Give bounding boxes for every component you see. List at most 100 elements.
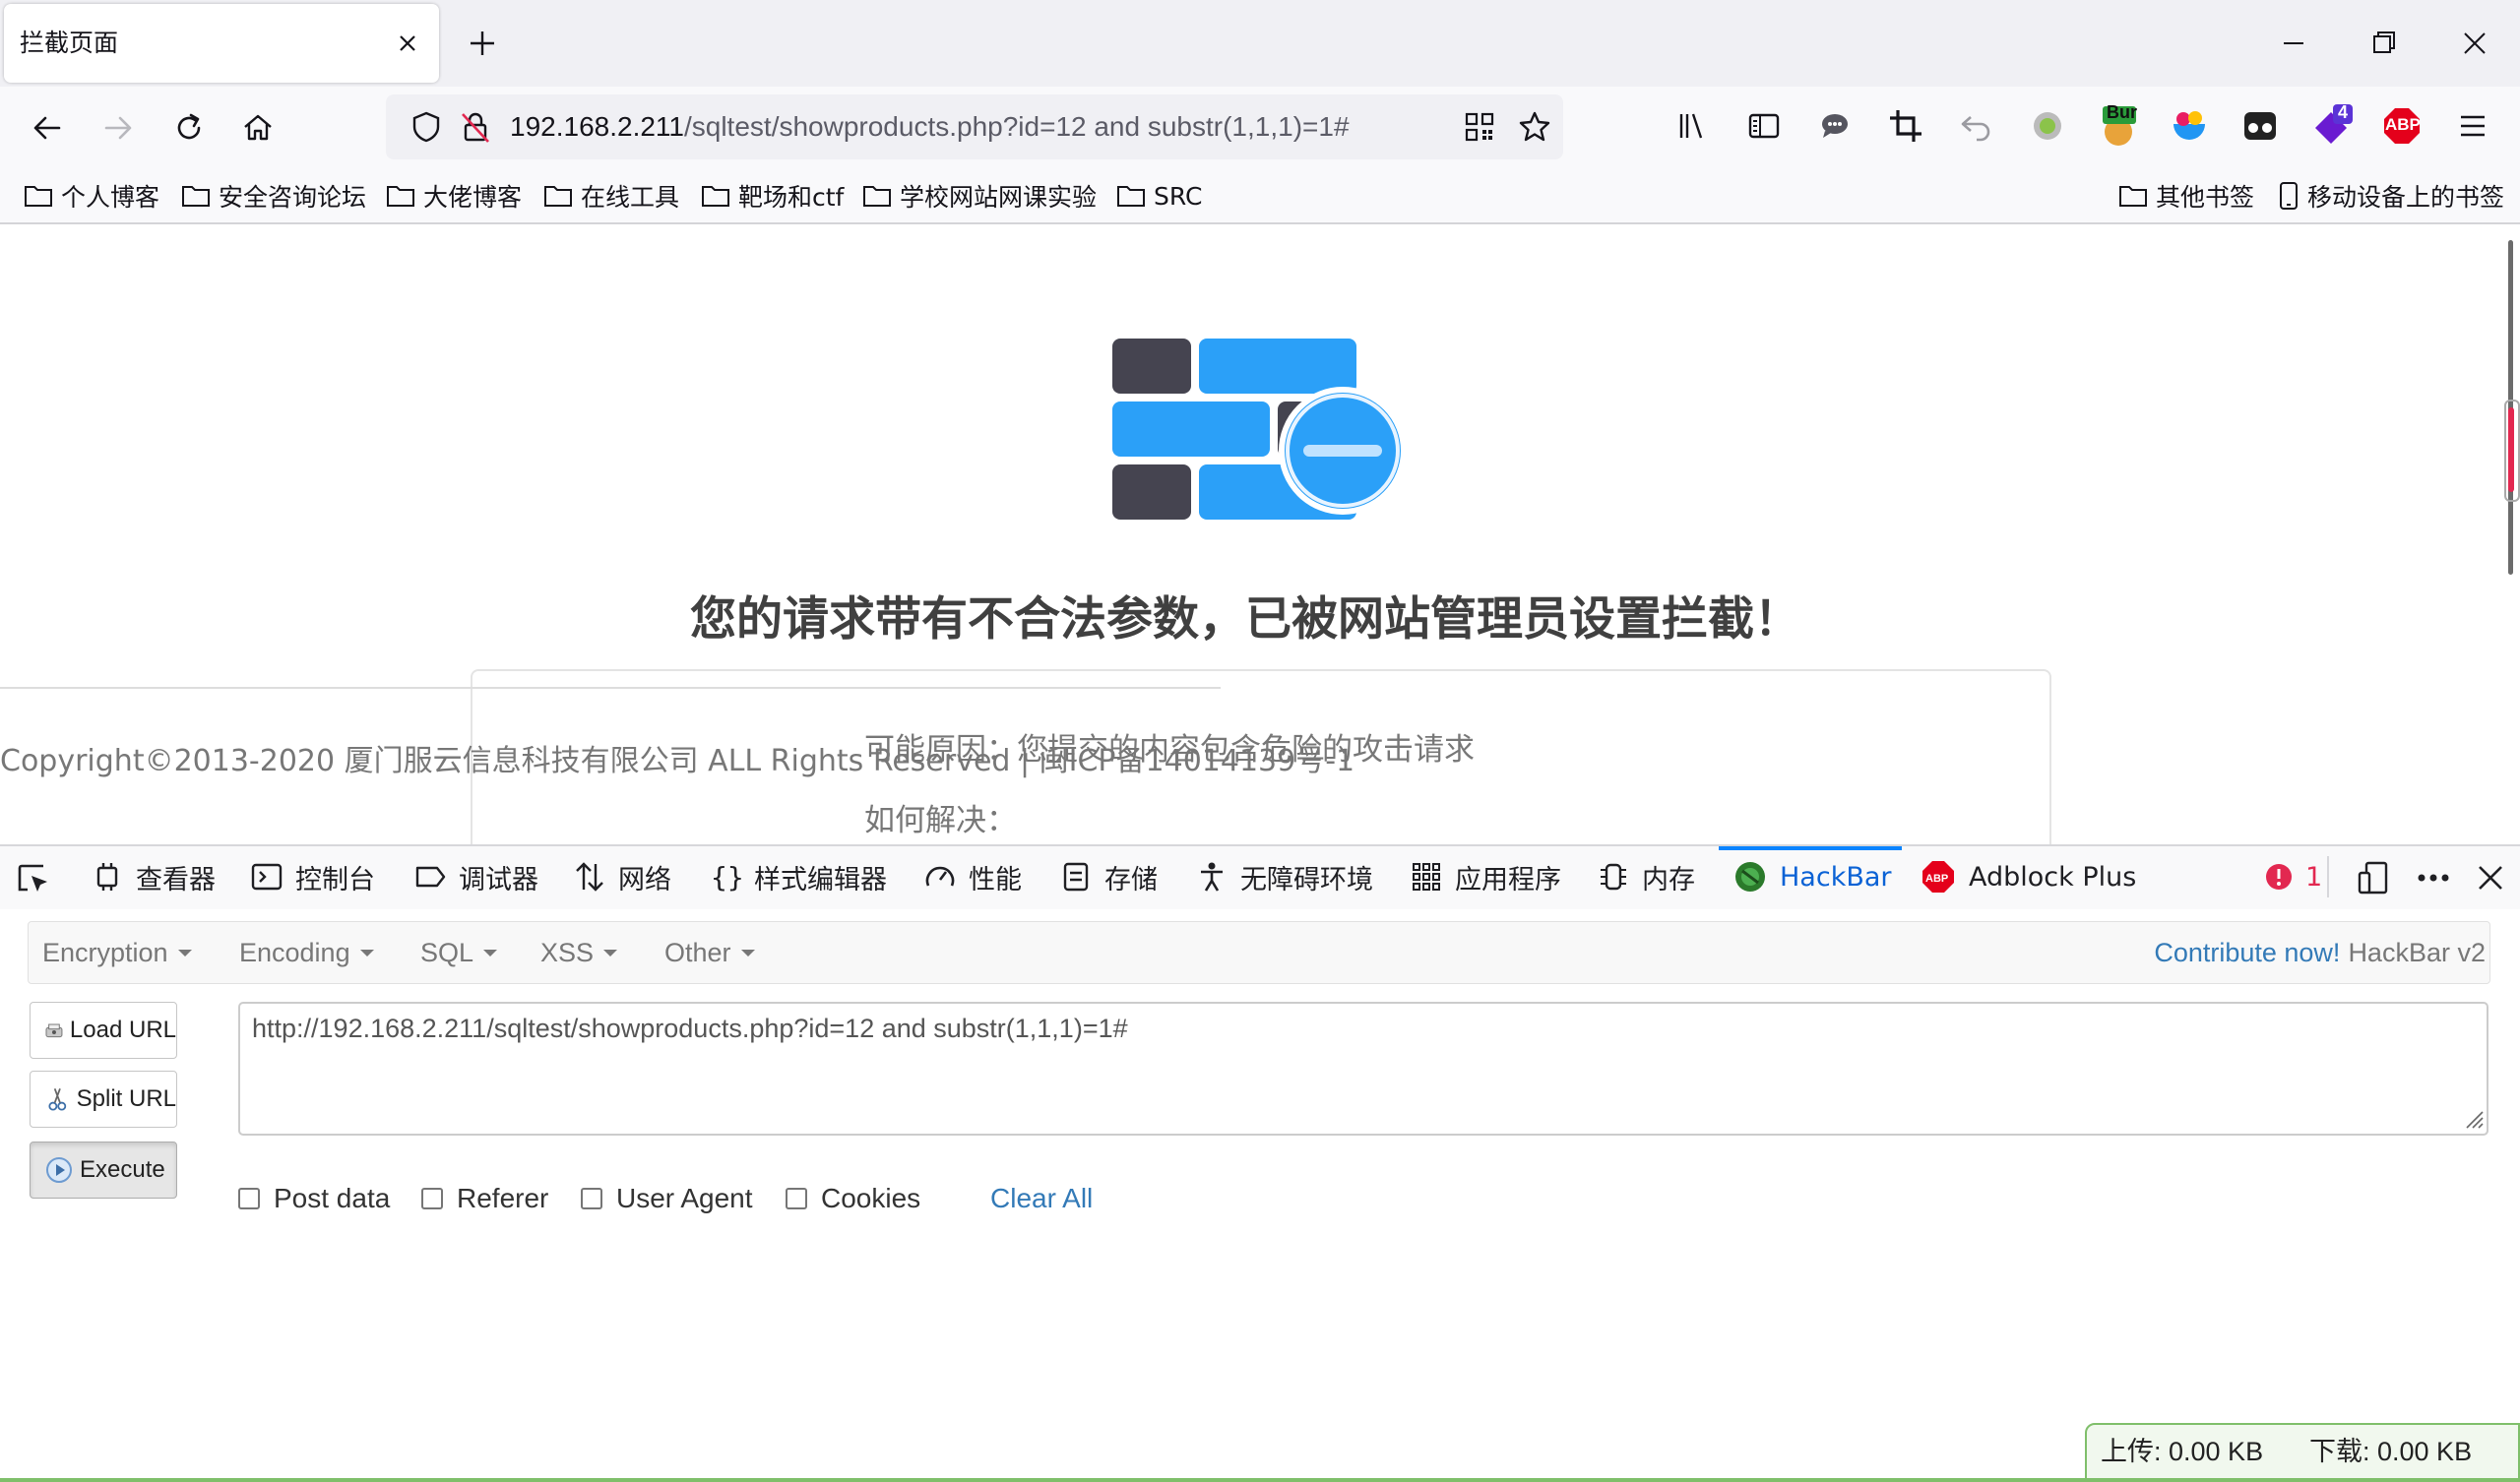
tab-label: 应用程序 xyxy=(1455,864,1561,895)
contribute-link[interactable]: Contribute now! xyxy=(2154,938,2340,968)
status-dot-icon[interactable] xyxy=(2024,102,2071,150)
folder-icon xyxy=(863,186,891,207)
error-icon xyxy=(2266,864,2292,890)
insecure-lock-icon[interactable] xyxy=(455,106,496,148)
copyright-text: Copyright©2013-2020 厦门服云信息科技有限公司 ALL Rig… xyxy=(0,744,1355,778)
checkbox-box[interactable] xyxy=(238,1188,260,1209)
checkbox-box[interactable] xyxy=(786,1188,807,1209)
menu-label: Encoding xyxy=(239,937,350,967)
library-icon[interactable] xyxy=(1670,102,1717,150)
scissors-icon xyxy=(48,1088,67,1111)
tab-storage[interactable]: 存储 xyxy=(1059,846,1158,907)
tab-memory[interactable]: 内存 xyxy=(1597,846,1695,907)
burp-extension[interactable]: Bur xyxy=(2095,102,2142,150)
home-icon[interactable] xyxy=(236,106,280,150)
bookmark-folder[interactable]: 靶场和ctf xyxy=(701,169,844,222)
close-tab-icon[interactable] xyxy=(390,26,425,61)
chat-icon[interactable] xyxy=(1811,102,1858,150)
bookmark-folder[interactable]: 学校网站网课实验 xyxy=(862,169,1097,222)
bookmark-folder[interactable]: 个人博客 xyxy=(24,169,159,222)
close-devtools-icon[interactable] xyxy=(2471,858,2510,897)
scrollbar-marker-fill xyxy=(2508,407,2514,492)
how-to-solve: 如何解决： xyxy=(864,803,1017,838)
shield-icon[interactable] xyxy=(406,106,447,148)
execute-button[interactable]: Execute xyxy=(30,1142,177,1199)
url-bar[interactable]: 192.168.2.211/sqltest/showproducts.php?i… xyxy=(386,94,1563,159)
bookmark-folder[interactable]: 移动设备上的书签 xyxy=(2278,169,2504,222)
menu-encryption[interactable]: Encryption xyxy=(42,922,192,983)
play-icon xyxy=(46,1157,72,1183)
restore-icon[interactable] xyxy=(2362,22,2406,65)
user-agent-checkbox[interactable]: User Agent xyxy=(581,1179,753,1218)
tab-adblock-plus[interactable]: ABP Adblock Plus xyxy=(1920,846,2136,907)
caret-down-icon xyxy=(603,949,618,957)
more-options-icon[interactable] xyxy=(2414,858,2453,897)
back-icon[interactable] xyxy=(26,106,69,150)
error-count[interactable]: 1 xyxy=(2264,846,2322,907)
tab-accessibility[interactable]: 无障碍环境 xyxy=(1195,846,1373,907)
tab-style-editor[interactable]: {} 样式编辑器 xyxy=(709,846,887,907)
crop-icon[interactable] xyxy=(1882,102,1929,150)
menu-xss[interactable]: XSS xyxy=(540,922,618,983)
bookmark-folder[interactable]: 大佬博客 xyxy=(386,169,522,222)
memory-icon xyxy=(1601,863,1626,891)
tab-application[interactable]: 应用程序 xyxy=(1410,846,1561,907)
hackbar-panel: Encryption Encoding SQL XSS Other Contri… xyxy=(0,909,2520,1482)
responsive-design-icon[interactable] xyxy=(2355,858,2394,897)
menu-encoding[interactable]: Encoding xyxy=(239,922,374,983)
minimize-icon[interactable] xyxy=(2272,22,2315,65)
clear-all-link[interactable]: Clear All xyxy=(990,1179,1093,1218)
resize-handle-icon[interactable] xyxy=(2461,1106,2485,1130)
url-textarea[interactable]: http://192.168.2.211/sqltest/showproduct… xyxy=(238,1002,2488,1136)
net-speed-widget[interactable]: 上传: 0.00 KB 下载: 0.00 KB xyxy=(2085,1423,2520,1480)
menu-icon[interactable] xyxy=(2449,102,2496,150)
checkbox-box[interactable] xyxy=(421,1188,443,1209)
tab-hackbar[interactable]: HackBar xyxy=(1732,846,1892,907)
notification-extension[interactable]: 4 xyxy=(2307,102,2355,150)
reload-icon[interactable] xyxy=(167,106,211,150)
bowl-extension-icon[interactable] xyxy=(2166,102,2213,150)
cookies-checkbox[interactable]: Cookies xyxy=(786,1179,920,1218)
adblock-plus-icon: ABP xyxy=(1922,861,1954,893)
button-label: Split URL xyxy=(76,1085,176,1112)
adblock-extension[interactable]: ABP xyxy=(2378,102,2426,150)
folder-icon xyxy=(702,186,729,207)
qrcode-icon[interactable] xyxy=(1461,108,1498,146)
post-data-checkbox[interactable]: Post data xyxy=(238,1179,390,1218)
tab-label: 查看器 xyxy=(136,864,216,895)
dark-reader-icon[interactable] xyxy=(2236,102,2284,150)
tab-debugger[interactable]: 调试器 xyxy=(413,846,538,907)
tab-label: 内存 xyxy=(1642,864,1695,895)
bookmark-label: 学校网站网课实验 xyxy=(900,183,1098,212)
menu-sql[interactable]: SQL xyxy=(420,922,498,983)
referer-checkbox[interactable]: Referer xyxy=(421,1179,548,1218)
new-tab-icon[interactable] xyxy=(463,24,502,63)
bookmark-folder[interactable]: 在线工具 xyxy=(543,169,679,222)
caret-down-icon xyxy=(177,949,192,957)
sidebar-icon[interactable] xyxy=(1740,102,1788,150)
caret-down-icon xyxy=(359,949,374,957)
element-picker-icon[interactable] xyxy=(14,860,51,897)
undo-icon[interactable] xyxy=(1953,102,2000,150)
close-window-icon[interactable] xyxy=(2453,22,2496,65)
forward-icon[interactable] xyxy=(96,106,140,150)
bookmark-folder[interactable]: 其他书签 xyxy=(2118,169,2254,222)
footer-divider xyxy=(0,687,1221,689)
url-text[interactable]: 192.168.2.211/sqltest/showproducts.php?i… xyxy=(510,94,1350,159)
network-icon xyxy=(576,862,603,892)
tab-console[interactable]: 控制台 xyxy=(250,846,375,907)
bookmark-star-icon[interactable] xyxy=(1514,106,1555,148)
tab-performance[interactable]: 性能 xyxy=(923,846,1022,907)
browser-tab[interactable]: 拦截页面 xyxy=(4,4,439,83)
bookmark-label: 靶场和ctf xyxy=(738,183,845,212)
load-url-button[interactable]: Load URL xyxy=(30,1002,177,1059)
menu-other[interactable]: Other xyxy=(664,922,755,983)
tab-network[interactable]: 网络 xyxy=(573,846,671,907)
download-speed: 下载: 0.00 KB xyxy=(2309,1437,2473,1466)
bookmark-folder[interactable]: SRC xyxy=(1116,169,1202,222)
tab-inspector[interactable]: 查看器 xyxy=(91,846,216,907)
bookmark-folder[interactable]: 安全咨询论坛 xyxy=(181,169,366,222)
checkbox-box[interactable] xyxy=(581,1188,602,1209)
folder-icon xyxy=(544,186,572,207)
split-url-button[interactable]: Split URL xyxy=(30,1071,177,1128)
